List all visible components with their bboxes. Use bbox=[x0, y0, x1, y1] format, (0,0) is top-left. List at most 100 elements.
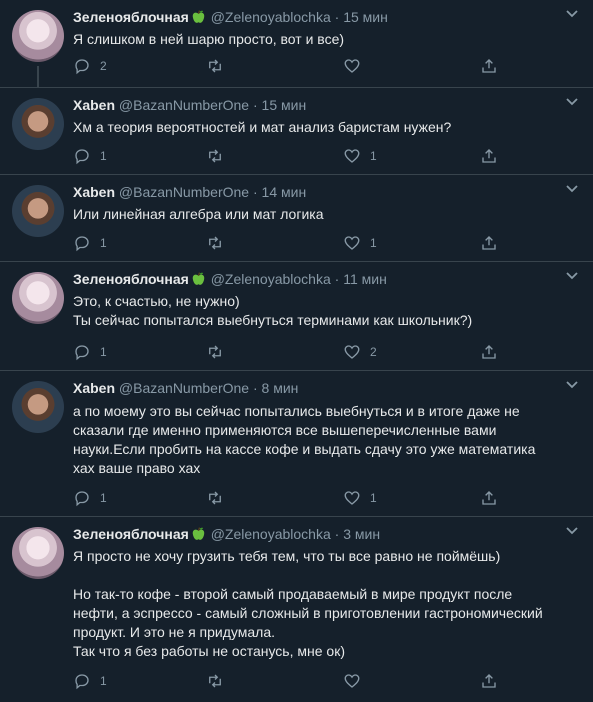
more-chevron-icon[interactable] bbox=[565, 379, 579, 391]
retweet-button[interactable] bbox=[206, 671, 233, 691]
share-button[interactable] bbox=[480, 146, 498, 166]
retweet-button[interactable] bbox=[206, 488, 233, 508]
more-chevron-icon[interactable] bbox=[565, 525, 579, 537]
share-button[interactable] bbox=[480, 488, 498, 508]
tweet[interactable]: Зеленояблочная @Zelenoyablochka · 3 мин … bbox=[0, 517, 593, 702]
timestamp[interactable]: 15 мин bbox=[343, 9, 388, 25]
heart-icon bbox=[344, 345, 360, 359]
green-apple-icon bbox=[192, 272, 205, 285]
tweet-actions: 1 1 bbox=[73, 146, 513, 166]
user-handle[interactable]: @Zelenoyablochka bbox=[211, 526, 331, 542]
separator-dot: · bbox=[252, 380, 258, 396]
reply-button[interactable]: 1 bbox=[73, 488, 107, 508]
tweet-actions: 1 1 bbox=[73, 233, 513, 253]
share-icon bbox=[482, 59, 496, 73]
more-chevron-icon[interactable] bbox=[565, 96, 579, 108]
avatar[interactable] bbox=[12, 381, 64, 433]
timestamp[interactable]: 3 мин bbox=[343, 526, 380, 542]
tweet-text-line: Но так-то кофе - второй самый продаваемы… bbox=[73, 586, 513, 602]
tweet-text-line: науки.Если пробить на кассе кофе и выдат… bbox=[73, 441, 536, 457]
more-chevron-icon[interactable] bbox=[565, 183, 579, 195]
tweet-header: Xaben @BazanNumberOne · 15 мин bbox=[73, 96, 553, 114]
tweet[interactable]: Xaben @BazanNumberOne · 15 мин Хм а теор… bbox=[0, 88, 593, 175]
separator-dot: · bbox=[252, 184, 258, 200]
like-button[interactable]: 1 bbox=[343, 233, 377, 253]
reply-button[interactable]: 1 bbox=[73, 671, 107, 691]
reply-button[interactable]: 2 bbox=[73, 56, 107, 76]
reply-button[interactable]: 1 bbox=[73, 146, 107, 166]
like-button[interactable] bbox=[343, 671, 370, 691]
like-count: 1 bbox=[370, 491, 377, 505]
display-name[interactable]: Xaben bbox=[73, 97, 115, 113]
tweet-header: Xaben @BazanNumberOne · 8 мин bbox=[73, 379, 553, 397]
retweet-button[interactable] bbox=[206, 233, 233, 253]
display-name[interactable]: Зеленояблочная bbox=[73, 271, 189, 287]
reply-count: 1 bbox=[100, 236, 107, 250]
timestamp[interactable]: 8 мин bbox=[262, 380, 299, 396]
tweet-text: Или линейная алгебра или мат логика bbox=[73, 205, 573, 224]
share-button[interactable] bbox=[480, 56, 498, 76]
avatar[interactable] bbox=[12, 10, 64, 62]
reply-button[interactable]: 1 bbox=[73, 233, 107, 253]
tweet[interactable]: Зеленояблочная @Zelenoyablochka · 11 мин… bbox=[0, 262, 593, 371]
timestamp[interactable]: 14 мин bbox=[262, 184, 307, 200]
user-handle[interactable]: @BazanNumberOne bbox=[119, 97, 249, 113]
display-name[interactable]: Xaben bbox=[73, 380, 115, 396]
user-handle[interactable]: @BazanNumberOne bbox=[119, 380, 249, 396]
tweet[interactable]: Xaben @BazanNumberOne · 8 мин а по моему… bbox=[0, 371, 593, 517]
separator-dot: · bbox=[334, 526, 340, 542]
timestamp[interactable]: 11 мин bbox=[343, 271, 387, 287]
timestamp[interactable]: 15 мин bbox=[262, 97, 307, 113]
tweet-text: Я просто не хочу грузить тебя тем, что т… bbox=[73, 547, 573, 661]
tweet[interactable]: Xaben @BazanNumberOne · 14 мин Или линей… bbox=[0, 175, 593, 262]
like-button[interactable]: 1 bbox=[343, 146, 377, 166]
like-button[interactable] bbox=[343, 56, 370, 76]
like-count: 1 bbox=[370, 149, 377, 163]
share-icon bbox=[482, 491, 496, 505]
reply-icon bbox=[75, 236, 89, 252]
like-button[interactable]: 1 bbox=[343, 488, 377, 508]
tweet-actions: 1 2 bbox=[73, 342, 513, 362]
share-icon bbox=[482, 345, 496, 359]
separator-dot: · bbox=[334, 271, 340, 287]
tweet[interactable]: Зеленояблочная @Zelenoyablochka · 15 мин… bbox=[0, 0, 593, 88]
tweet-text: Хм а теория вероятностей и мат анализ ба… bbox=[73, 118, 573, 137]
tweet-header: Зеленояблочная @Zelenoyablochka · 15 мин bbox=[73, 8, 553, 26]
avatar[interactable] bbox=[12, 527, 64, 579]
reply-count: 1 bbox=[100, 345, 107, 359]
more-chevron-icon[interactable] bbox=[565, 270, 579, 282]
more-chevron-icon[interactable] bbox=[565, 8, 579, 20]
retweet-icon bbox=[209, 149, 221, 163]
share-icon bbox=[482, 674, 496, 688]
avatar[interactable] bbox=[12, 185, 64, 237]
reply-button[interactable]: 1 bbox=[73, 342, 107, 362]
user-handle[interactable]: @BazanNumberOne bbox=[119, 184, 249, 200]
user-handle[interactable]: @Zelenoyablochka bbox=[211, 9, 331, 25]
tweet-text-line: Ты сейчас попытался выебнуться терминами… bbox=[73, 312, 473, 328]
heart-icon bbox=[344, 236, 360, 250]
avatar[interactable] bbox=[12, 98, 64, 150]
tweet-text-line: сказали где именно применяются все вышеп… bbox=[73, 422, 497, 438]
display-name[interactable]: Xaben bbox=[73, 184, 115, 200]
share-button[interactable] bbox=[480, 342, 498, 362]
share-button[interactable] bbox=[480, 233, 498, 253]
like-button[interactable]: 2 bbox=[343, 342, 377, 362]
reply-icon bbox=[75, 59, 89, 75]
reply-icon bbox=[75, 345, 89, 361]
share-button[interactable] bbox=[480, 671, 498, 691]
retweet-button[interactable] bbox=[206, 146, 233, 166]
display-name[interactable]: Зеленояблочная bbox=[73, 9, 189, 25]
heart-icon bbox=[344, 491, 360, 505]
user-handle[interactable]: @Zelenoyablochka bbox=[211, 271, 331, 287]
tweet-text-line: Это, к счастью, не нужно) bbox=[73, 293, 240, 309]
heart-icon bbox=[344, 59, 360, 73]
retweet-button[interactable] bbox=[206, 342, 233, 362]
avatar[interactable] bbox=[12, 272, 64, 324]
display-name[interactable]: Зеленояблочная bbox=[73, 526, 189, 542]
tweet-text: Я слишком в ней шарю просто, вот и все) bbox=[73, 30, 573, 49]
reply-count: 1 bbox=[100, 674, 107, 688]
share-icon bbox=[482, 236, 496, 250]
retweet-button[interactable] bbox=[206, 56, 233, 76]
separator-dot: · bbox=[252, 97, 258, 113]
share-icon bbox=[482, 149, 496, 163]
